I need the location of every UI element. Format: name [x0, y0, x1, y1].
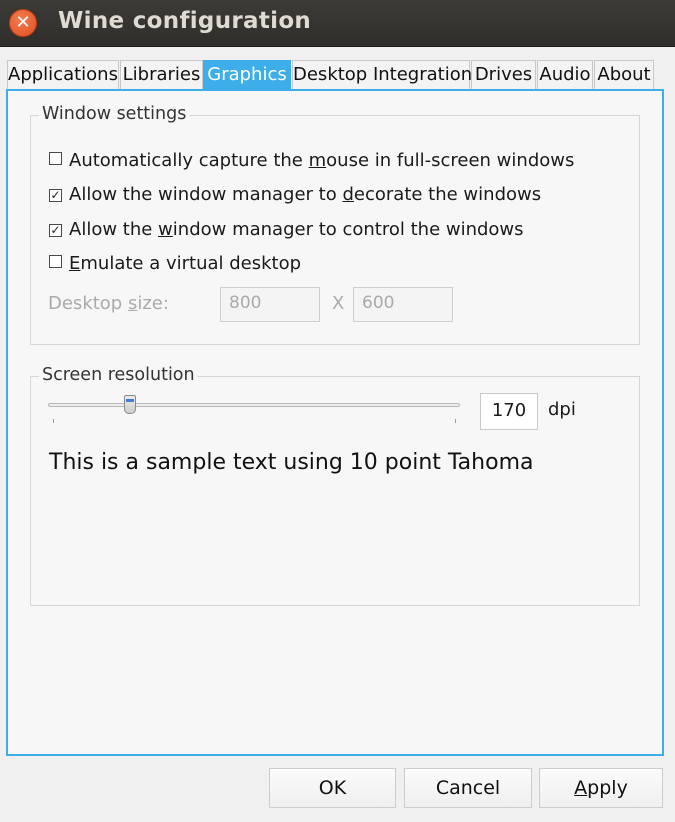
tab-desktop-integration[interactable]: Desktop Integration [292, 60, 472, 89]
dpi-slider-track[interactable] [48, 403, 460, 407]
title-bar: ✕ Wine configuration [0, 0, 675, 47]
capture-mouse-option[interactable]: Automatically capture the mouse in full-… [49, 150, 574, 171]
ok-button[interactable]: OK [269, 768, 396, 808]
window-title: Wine configuration [58, 8, 312, 34]
tab-drives[interactable]: Drives [471, 60, 536, 89]
desktop-size-label: Desktop size: [48, 293, 169, 314]
dpi-slider-handle[interactable] [124, 395, 136, 414]
apply-button[interactable]: Apply [539, 768, 663, 808]
decorate-windows-option[interactable]: ✓ Allow the window manager to decorate th… [49, 184, 541, 205]
capture-mouse-checkbox[interactable] [49, 152, 62, 165]
screen-resolution-title: Screen resolution [39, 365, 198, 385]
dpi-input[interactable]: 170 [480, 393, 538, 430]
virtual-desktop-option[interactable]: Emulate a virtual desktop [49, 253, 301, 274]
window-settings-title: Window settings [39, 104, 190, 124]
dpi-unit-label: dpi [548, 399, 576, 420]
slider-tick [53, 419, 54, 423]
tab-graphics[interactable]: Graphics [203, 60, 291, 89]
desktop-width-input[interactable]: 800 [220, 287, 320, 322]
tab-audio[interactable]: Audio [537, 60, 593, 89]
control-windows-option[interactable]: ✓ Allow the window manager to control the… [49, 219, 524, 240]
cancel-button[interactable]: Cancel [404, 768, 532, 808]
desktop-height-input[interactable]: 600 [353, 287, 453, 322]
tab-libraries[interactable]: Libraries [120, 60, 203, 89]
decorate-windows-checkbox[interactable]: ✓ [49, 189, 62, 202]
sample-text: This is a sample text using 10 point Tah… [49, 450, 534, 475]
slider-tick [455, 419, 456, 423]
tab-about[interactable]: About [594, 60, 654, 89]
virtual-desktop-checkbox[interactable] [49, 255, 62, 268]
control-windows-checkbox[interactable]: ✓ [49, 224, 62, 237]
close-icon[interactable]: ✕ [9, 9, 37, 37]
tab-applications[interactable]: Applications [7, 60, 119, 89]
desktop-size-separator: X [332, 293, 345, 314]
